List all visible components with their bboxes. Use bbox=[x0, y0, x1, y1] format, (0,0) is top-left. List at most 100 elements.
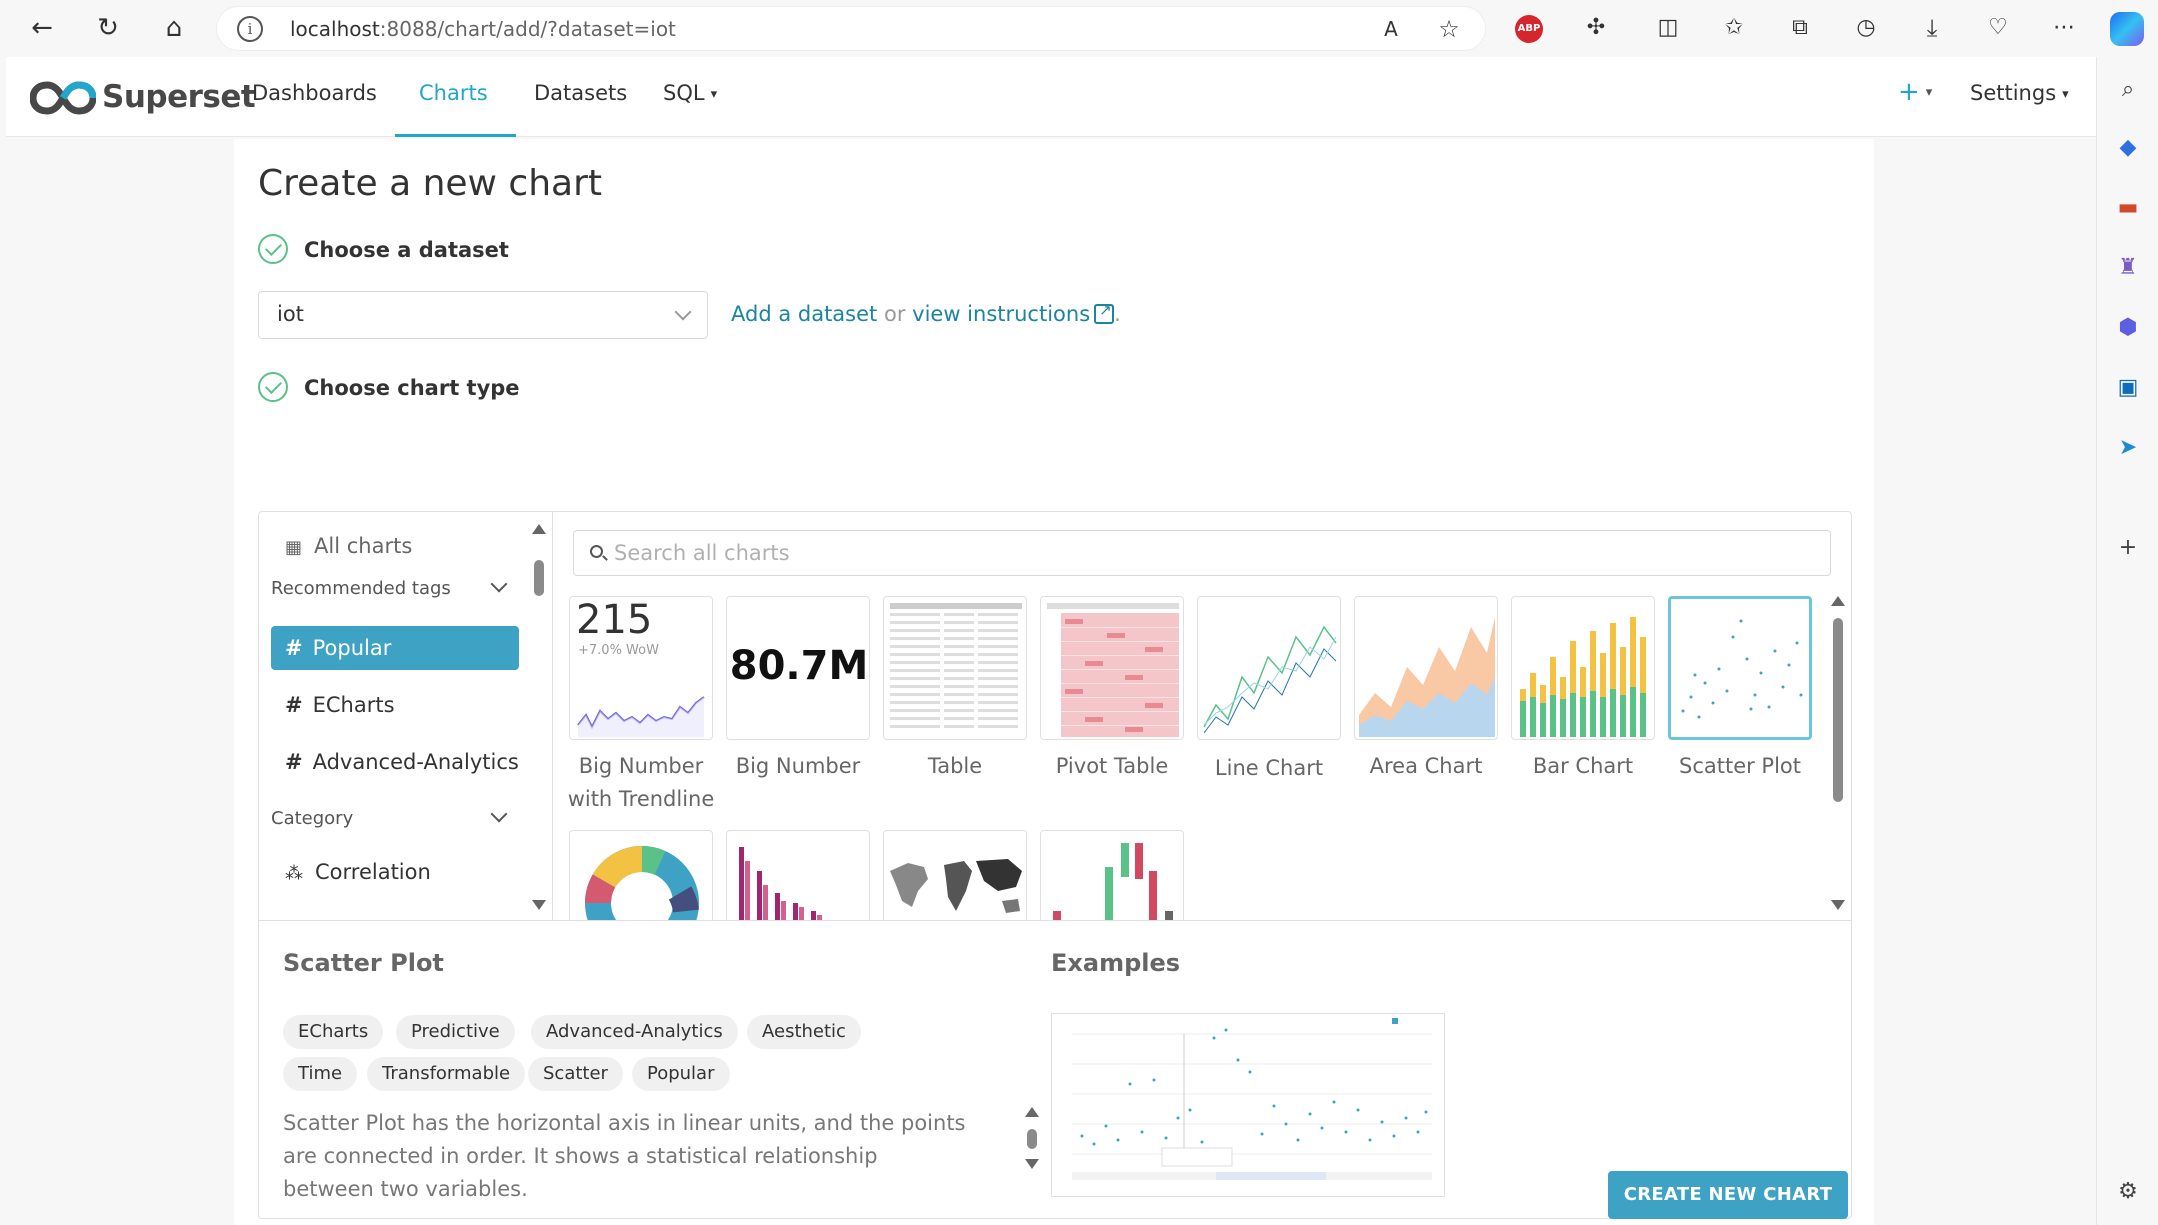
scroll-up-icon[interactable] bbox=[1831, 596, 1845, 606]
chart-tile-scatter-plot[interactable] bbox=[1668, 596, 1812, 740]
home-icon[interactable]: ⌂ bbox=[156, 10, 192, 46]
chart-tile-waterfall[interactable] bbox=[1040, 830, 1184, 920]
url-path: :8088/chart/add/?dataset=iot bbox=[379, 17, 676, 41]
chart-tile-big-number[interactable]: 80.7M bbox=[726, 596, 870, 740]
example-thumbnail[interactable] bbox=[1051, 1013, 1445, 1197]
url-text[interactable]: localhost:8088/chart/add/?dataset=iot bbox=[290, 17, 676, 41]
tag-popular[interactable]: # Popular bbox=[271, 626, 519, 670]
chart-tile-bar-chart[interactable] bbox=[1511, 596, 1655, 740]
tag-advanced-analytics[interactable]: # Advanced-Analytics bbox=[271, 740, 519, 784]
plus-icon: + bbox=[1898, 77, 1920, 107]
favorites-icon[interactable]: ✩ bbox=[1716, 10, 1752, 46]
extensions-icon[interactable]: ✣ bbox=[1578, 10, 1614, 46]
sidebar-search-icon[interactable]: ⌕ bbox=[2113, 75, 2143, 105]
sidebar-tools-icon[interactable]: ▬ bbox=[2113, 193, 2143, 223]
scroll-thumb[interactable] bbox=[534, 560, 544, 596]
chart-tile-table[interactable] bbox=[883, 596, 1027, 740]
collections-icon[interactable]: ⧉ bbox=[1782, 10, 1818, 46]
history-icon[interactable]: ◷ bbox=[1848, 10, 1884, 46]
chart-tile-big-number-trendline[interactable]: 215 +7.0% WoW bbox=[569, 596, 713, 740]
copilot-icon[interactable] bbox=[2110, 12, 2144, 46]
chart-label-big-number-trendline[interactable]: Big Number with Trendline bbox=[563, 750, 719, 816]
nav-dashboards[interactable]: Dashboards bbox=[252, 81, 377, 105]
nav-charts[interactable]: Charts bbox=[419, 81, 488, 105]
sidebar-shopping-icon[interactable]: ◆ bbox=[2113, 133, 2143, 163]
table-thumbnail bbox=[890, 603, 1022, 728]
new-item-menu[interactable]: + ▾ bbox=[1898, 77, 1932, 107]
scatter-thumbnail bbox=[1681, 619, 1803, 719]
create-new-chart-button[interactable]: CREATE NEW CHART bbox=[1608, 1171, 1848, 1219]
scroll-thumb[interactable] bbox=[1833, 618, 1843, 802]
chart-label-bar-chart[interactable]: Bar Chart bbox=[1505, 750, 1661, 783]
info-icon[interactable]: i bbox=[237, 16, 263, 42]
scroll-up-icon[interactable] bbox=[1025, 1107, 1039, 1117]
scroll-down-icon[interactable] bbox=[1025, 1159, 1039, 1169]
settings-menu[interactable]: Settings ▾ bbox=[1970, 81, 2069, 105]
scroll-down-icon[interactable] bbox=[1831, 900, 1845, 910]
sidebar-add-icon[interactable]: + bbox=[2113, 533, 2143, 563]
scroll-up-icon[interactable] bbox=[532, 524, 546, 534]
scroll-thumb[interactable] bbox=[1027, 1129, 1037, 1149]
chart-tile-pie[interactable] bbox=[569, 830, 713, 920]
chart-label-pivot-table[interactable]: Pivot Table bbox=[1034, 750, 1190, 783]
read-aloud-icon[interactable]: A bbox=[1373, 11, 1409, 47]
chart-tile-area-chart[interactable] bbox=[1354, 596, 1498, 740]
left-panel-scrollbar[interactable] bbox=[532, 524, 546, 910]
more-menu-icon[interactable]: ⋯ bbox=[2046, 10, 2082, 46]
chart-tile-line-chart[interactable] bbox=[1197, 596, 1341, 740]
browser-essentials-icon[interactable]: ♡ bbox=[1980, 10, 2016, 46]
chart-label-scatter-plot[interactable]: Scatter Plot bbox=[1662, 750, 1818, 783]
downloads-icon[interactable]: ⤓ bbox=[1914, 10, 1950, 46]
sidebar-settings-icon[interactable]: ⚙ bbox=[2113, 1177, 2143, 1207]
chart-grid-scrollbar[interactable] bbox=[1831, 596, 1845, 910]
step-choose-dataset: Choose a dataset bbox=[304, 238, 509, 262]
pivot-table-thumbnail bbox=[1047, 603, 1179, 737]
sidebar-send-icon[interactable]: ➤ bbox=[2113, 433, 2143, 463]
category-correlation[interactable]: ⁂ Correlation bbox=[271, 850, 519, 894]
chart-label-table[interactable]: Table bbox=[877, 750, 1033, 783]
chevron-down-icon[interactable] bbox=[490, 575, 508, 593]
chart-label-line-chart[interactable]: Line Chart bbox=[1191, 752, 1347, 785]
top-navbar: Superset Dashboards Charts Datasets SQL ▾… bbox=[6, 57, 2096, 137]
favorite-star-icon[interactable]: ☆ bbox=[1431, 11, 1467, 47]
examples-scrollbar[interactable] bbox=[1025, 1107, 1039, 1169]
split-screen-icon[interactable]: ◫ bbox=[1650, 10, 1686, 46]
adblock-icon[interactable]: ABP bbox=[1515, 15, 1543, 43]
nav-datasets[interactable]: Datasets bbox=[534, 81, 627, 105]
sidebar-outlook-icon[interactable]: ▣ bbox=[2113, 373, 2143, 403]
bar-chart-thumbnail bbox=[1520, 617, 1646, 737]
or-text: or bbox=[883, 302, 906, 326]
chart-description: Scatter Plot has the horizontal axis in … bbox=[283, 1111, 966, 1201]
all-charts-item[interactable]: ▦ All charts bbox=[271, 524, 519, 568]
sidebar-games-icon[interactable]: ♜ bbox=[2113, 253, 2143, 283]
view-instructions-link[interactable]: view instructions bbox=[912, 302, 1090, 326]
recommended-tags-header[interactable]: Recommended tags bbox=[271, 578, 451, 599]
dataset-select[interactable]: iot bbox=[258, 291, 708, 339]
tag-label: Advanced-Analytics bbox=[312, 750, 519, 774]
nav-sql-label: SQL bbox=[663, 81, 705, 105]
correlation-icon: ⁂ bbox=[285, 863, 303, 884]
chart-search-input[interactable]: Search all charts bbox=[573, 530, 1831, 576]
external-link-icon[interactable] bbox=[1094, 301, 1115, 324]
thumb-big-number: 80.7M bbox=[729, 643, 869, 689]
category-header[interactable]: Category bbox=[271, 808, 353, 829]
tag-echarts[interactable]: # ECharts bbox=[271, 683, 519, 727]
scroll-down-icon[interactable] bbox=[532, 900, 546, 910]
back-icon[interactable]: ← bbox=[24, 10, 60, 46]
address-bar[interactable]: i localhost:8088/chart/add/?dataset=iot … bbox=[216, 6, 1486, 51]
chart-tile-world-map[interactable] bbox=[883, 830, 1027, 920]
refresh-icon[interactable]: ↻ bbox=[90, 10, 126, 46]
detail-tag: Transformable bbox=[367, 1057, 526, 1091]
chart-tile-pivot-table[interactable] bbox=[1040, 596, 1184, 740]
histogram-thumbnail bbox=[739, 847, 822, 920]
chevron-down-icon[interactable] bbox=[490, 805, 508, 823]
sidebar-office-icon[interactable]: ⬢ bbox=[2113, 313, 2143, 343]
scatter-example-image bbox=[1072, 1018, 1432, 1180]
add-dataset-link[interactable]: Add a dataset bbox=[731, 302, 877, 326]
trendline-thumbnail bbox=[577, 696, 705, 737]
chart-label-big-number[interactable]: Big Number bbox=[720, 750, 876, 783]
examples-heading: Examples bbox=[1051, 949, 1181, 977]
chart-label-area-chart[interactable]: Area Chart bbox=[1348, 750, 1504, 783]
chart-tile-histogram[interactable] bbox=[726, 830, 870, 920]
nav-sql-menu[interactable]: SQL ▾ bbox=[663, 81, 717, 105]
